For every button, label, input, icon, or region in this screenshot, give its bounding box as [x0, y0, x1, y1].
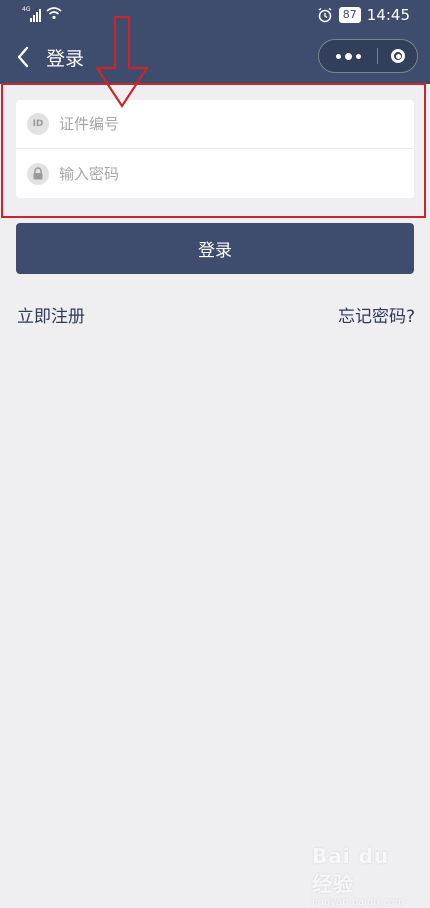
network-type: 4G — [22, 6, 31, 13]
alarm-icon — [318, 7, 332, 23]
id-badge-icon: ID — [27, 113, 49, 135]
target-circle-icon — [391, 49, 405, 63]
watermark: Bai du 经验 jingyan.baidu.com — [312, 844, 416, 908]
register-link[interactable]: 立即注册 — [17, 302, 85, 327]
page-title: 登录 — [46, 48, 85, 70]
back-button[interactable] — [10, 42, 36, 72]
password-input[interactable] — [59, 153, 414, 194]
lock-icon — [27, 162, 49, 185]
signal-icon: 4G — [22, 6, 41, 22]
status-time: 14:45 — [366, 6, 410, 24]
watermark-url: jingyan.baidu.com — [312, 897, 405, 908]
forgot-password-link[interactable]: 忘记密码? — [338, 302, 415, 327]
watermark-logo: Bai du 经验 — [312, 844, 390, 896]
wifi-icon — [46, 7, 62, 20]
battery-indicator: 87 — [338, 7, 361, 23]
more-button[interactable] — [319, 40, 377, 72]
id-number-input[interactable] — [59, 104, 414, 144]
password-field-row — [16, 149, 414, 198]
id-field-row: ID — [16, 100, 414, 149]
app-header: 4G 87 14:45 登录 — [0, 0, 430, 84]
status-right: 87 14:45 — [317, 5, 410, 25]
chevron-left-icon — [17, 46, 29, 68]
login-form: ID — [16, 100, 414, 198]
mini-program-capsule — [318, 39, 418, 73]
status-bar: 4G 87 14:45 — [0, 0, 430, 30]
close-mini-program-button[interactable] — [378, 40, 418, 72]
id-badge-label: ID — [32, 119, 44, 129]
more-dots-icon — [334, 52, 363, 60]
login-button[interactable]: 登录 — [16, 223, 414, 274]
nav-bar: 登录 — [0, 30, 430, 84]
